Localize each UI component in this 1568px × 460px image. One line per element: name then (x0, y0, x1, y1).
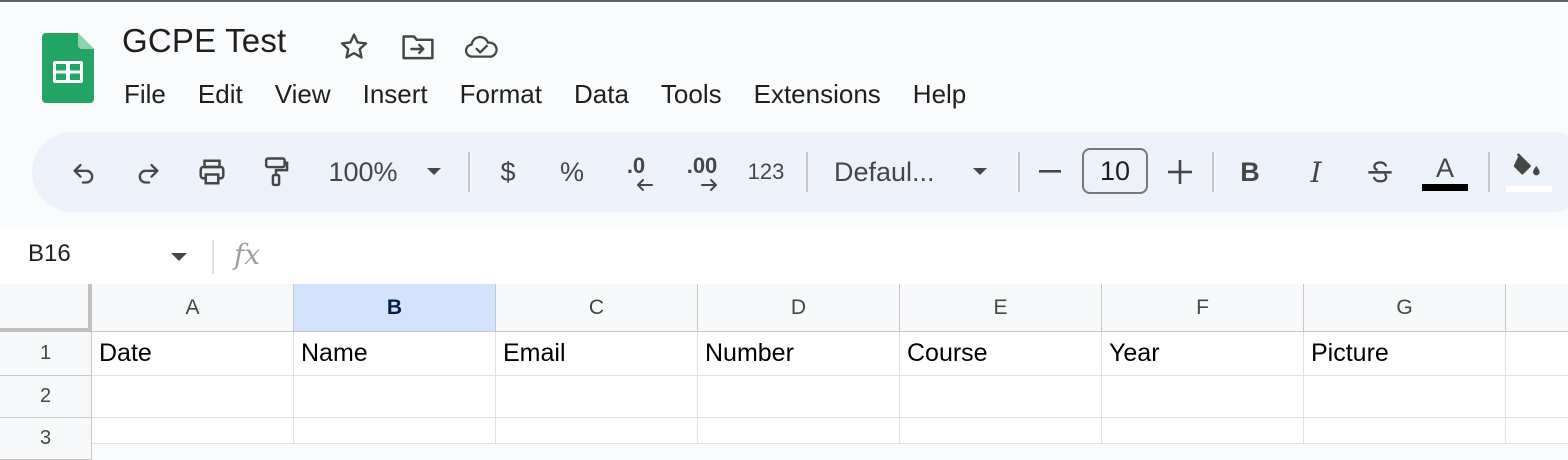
zoom-value: 100% (328, 156, 398, 187)
toolbar-divider (1488, 152, 1490, 192)
cell-f1[interactable]: Year (1102, 332, 1304, 376)
menu-edit[interactable]: Edit (182, 74, 259, 114)
row-header-2[interactable]: 2 (0, 376, 92, 418)
cell-c1[interactable]: Email (496, 332, 698, 376)
cell-c3[interactable] (496, 418, 698, 444)
cell-b1[interactable]: Name (294, 332, 496, 376)
cell-b2[interactable] (294, 376, 496, 418)
cell-e1[interactable]: Course (900, 332, 1102, 376)
text-color-swatch (1422, 184, 1468, 191)
column-header-e[interactable]: E (900, 284, 1102, 332)
text-color-button[interactable]: A (1420, 132, 1470, 212)
cell-d2[interactable] (698, 376, 900, 418)
redo-icon[interactable] (128, 132, 168, 212)
decrease-decimal-label: .0 (626, 153, 646, 178)
toolbar-divider (806, 152, 808, 192)
cloud-saved-icon[interactable] (464, 30, 500, 64)
print-icon[interactable] (192, 132, 232, 212)
arrow-right-icon (701, 179, 717, 191)
bold-label: B (1240, 156, 1260, 187)
menu-file[interactable]: File (108, 74, 182, 114)
cell-a1[interactable]: Date (92, 332, 294, 376)
menu-extensions[interactable]: Extensions (738, 74, 897, 114)
cell-d3[interactable] (698, 418, 900, 444)
chevron-down-icon[interactable] (420, 132, 448, 212)
star-icon[interactable] (336, 30, 372, 64)
cell-d1[interactable]: Number (698, 332, 900, 376)
column-header-f[interactable]: F (1102, 284, 1304, 332)
cell-e2[interactable] (900, 376, 1102, 418)
more-formats-button[interactable]: 123 (742, 132, 790, 212)
fill-color-swatch (1506, 186, 1552, 192)
chevron-down-icon[interactable] (966, 132, 994, 212)
column-header-next[interactable] (1506, 284, 1568, 332)
cell-a3[interactable] (92, 418, 294, 444)
menu-tools[interactable]: Tools (645, 74, 738, 114)
column-header-c[interactable]: C (496, 284, 698, 332)
row-header-3[interactable]: 3 (0, 418, 92, 460)
google-sheets-logo[interactable] (42, 33, 94, 103)
font-family-select[interactable]: Defaul... (834, 132, 954, 212)
column-header-a[interactable]: A (92, 284, 294, 332)
arrow-left-icon (637, 179, 653, 191)
column-header-b[interactable]: B (294, 284, 496, 332)
menu-bar: File Edit View Insert Format Data Tools … (108, 74, 982, 114)
format-currency-button[interactable]: $ (490, 132, 526, 212)
undo-icon[interactable] (64, 132, 104, 212)
row-header-1[interactable]: 1 (0, 332, 92, 376)
italic-label: I (1310, 155, 1322, 189)
decrease-decimal-button[interactable]: .0 (614, 132, 658, 212)
column-header-d[interactable]: D (698, 284, 900, 332)
format-percent-button[interactable]: % (552, 132, 592, 212)
text-color-label: A (1435, 153, 1454, 183)
percent-label: % (559, 156, 584, 187)
cell-a2[interactable] (92, 376, 294, 418)
zoom-select[interactable]: 100% (318, 132, 408, 212)
chevron-down-icon[interactable] (170, 249, 188, 267)
bold-button[interactable]: B (1232, 132, 1268, 212)
strikethrough-icon[interactable] (1362, 132, 1398, 212)
cell-h1[interactable] (1506, 332, 1568, 376)
toolbar-divider (1018, 152, 1020, 192)
cell-g1[interactable]: Picture (1304, 332, 1506, 376)
cell-f2[interactable] (1102, 376, 1304, 418)
currency-label: $ (500, 156, 516, 187)
fx-icon: fx (234, 238, 261, 271)
select-all-corner[interactable] (0, 284, 92, 332)
font-size-input[interactable]: 10 (1082, 148, 1148, 194)
cell-h3[interactable] (1506, 418, 1568, 444)
number-format-label: 123 (747, 159, 785, 184)
fill-color-button[interactable] (1502, 132, 1552, 212)
menu-help[interactable]: Help (897, 74, 982, 114)
cell-f3[interactable] (1102, 418, 1304, 444)
cell-g2[interactable] (1304, 376, 1506, 418)
paint-format-icon[interactable] (256, 132, 296, 212)
cell-g3[interactable] (1304, 418, 1506, 444)
menu-format[interactable]: Format (444, 74, 558, 114)
increase-decimal-button[interactable]: .00 (680, 132, 724, 212)
window-top-border (0, 0, 1568, 2)
italic-button[interactable]: I (1298, 132, 1334, 212)
increase-decimal-label: .00 (686, 153, 718, 178)
cell-h2[interactable] (1506, 376, 1568, 418)
menu-insert[interactable]: Insert (347, 74, 444, 114)
toolbar-divider (1212, 152, 1214, 192)
cell-e3[interactable] (900, 418, 1102, 444)
increase-font-size-icon[interactable] (1164, 132, 1196, 212)
font-family-value: Defaul... (834, 156, 935, 187)
name-box[interactable]: B16 (28, 240, 71, 268)
formula-bar-divider (212, 240, 214, 274)
column-header-g[interactable]: G (1304, 284, 1506, 332)
decrease-font-size-icon[interactable] (1034, 132, 1066, 212)
menu-data[interactable]: Data (558, 74, 645, 114)
cell-c2[interactable] (496, 376, 698, 418)
toolbar-divider (468, 152, 470, 192)
paint-bucket-icon (1513, 153, 1540, 176)
menu-view[interactable]: View (259, 74, 347, 114)
document-title[interactable]: GCPE Test (122, 22, 286, 60)
move-folder-icon[interactable] (400, 30, 436, 64)
cell-b3[interactable] (294, 418, 496, 444)
